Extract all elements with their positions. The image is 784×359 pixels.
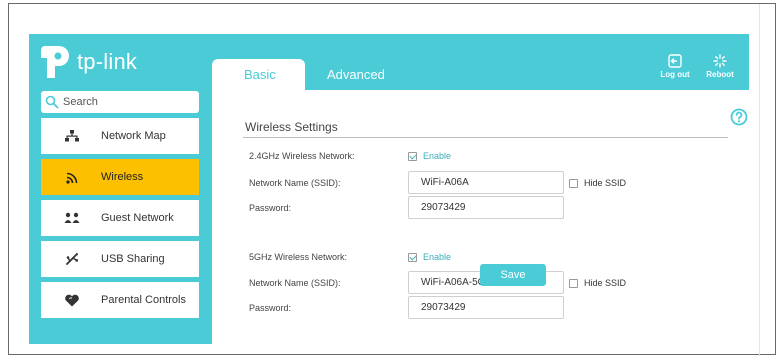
sidebar-item-usb-sharing[interactable]: USB Sharing	[41, 241, 199, 277]
band-5-enable-checkbox[interactable]: Enable	[408, 252, 451, 262]
hide-ssid-label: Hide SSID	[584, 278, 627, 288]
hide-ssid-label: Hide SSID	[584, 178, 627, 188]
reboot-label: Reboot	[706, 70, 734, 79]
sidebar-item-guest-network[interactable]: Guest Network	[41, 200, 199, 236]
help-icon[interactable]	[730, 108, 748, 131]
search-placeholder: Search	[63, 96, 98, 108]
sidebar-item-label: Parental Controls	[101, 294, 186, 306]
reboot-button[interactable]: Reboot	[698, 54, 742, 79]
enable-label: Enable	[423, 151, 452, 161]
usb-icon	[61, 252, 83, 266]
band-24-enable-checkbox[interactable]: Enable	[408, 151, 451, 161]
band-24-label: 2.4GHz Wireless Network:	[249, 151, 355, 161]
checkbox-checked-icon	[408, 252, 417, 262]
header-bar: tp-link Basic Advanced Log out Reboot	[29, 34, 749, 90]
search-icon	[45, 95, 59, 109]
band-24-password-input[interactable]: 29073429	[408, 196, 564, 219]
tp-link-logo-icon	[41, 46, 69, 78]
logo-text: tp-link	[77, 49, 138, 74]
checkbox-checked-icon	[408, 151, 417, 161]
search-input[interactable]: Search	[41, 91, 199, 113]
save-button[interactable]: Save	[480, 264, 546, 286]
frame-divider	[759, 4, 760, 356]
logout-button[interactable]: Log out	[653, 54, 697, 79]
section-title: Wireless Settings	[245, 120, 338, 134]
content-panel: Wireless Settings 2.4GHz Wireless Networ…	[212, 90, 749, 344]
enable-label: Enable	[423, 252, 452, 262]
sidebar-item-label: Wireless	[101, 171, 144, 183]
tab-advanced[interactable]: Advanced	[327, 59, 385, 90]
band-5-password-label: Password:	[249, 303, 292, 313]
sidebar-item-label: Guest Network	[101, 212, 174, 224]
sidebar-item-label: Network Map	[101, 130, 166, 142]
sidebar-item-wireless[interactable]: Wireless	[41, 159, 199, 195]
checkbox-unchecked-icon	[569, 278, 578, 288]
band-5-label: 5GHz Wireless Network:	[249, 252, 348, 262]
heart-icon	[61, 294, 83, 307]
band-24-hide-ssid-checkbox[interactable]: Hide SSID	[569, 178, 626, 188]
sidebar-item-label: USB Sharing	[101, 253, 165, 265]
browser-frame: tp-link Basic Advanced Log out Reboot Se…	[8, 3, 776, 356]
logout-label: Log out	[660, 70, 690, 79]
band-24-ssid-input[interactable]: WiFi-A06A	[408, 171, 564, 194]
band-5-ssid-label: Network Name (SSID):	[249, 278, 341, 288]
tab-basic[interactable]: Basic	[212, 59, 305, 90]
router-admin-app: tp-link Basic Advanced Log out Reboot Se…	[29, 34, 749, 344]
network-map-icon	[61, 130, 83, 142]
band-5-hide-ssid-checkbox[interactable]: Hide SSID	[569, 278, 626, 288]
reboot-icon	[713, 54, 727, 68]
wifi-icon	[61, 171, 83, 184]
sidebar-item-parental-controls[interactable]: Parental Controls	[41, 282, 199, 318]
band-24-password-label: Password:	[249, 203, 292, 213]
section-divider	[243, 137, 728, 138]
band-24-ssid-label: Network Name (SSID):	[249, 178, 341, 188]
tp-link-logo: tp-link	[39, 44, 137, 80]
logout-icon	[668, 54, 682, 68]
sidebar-item-network-map[interactable]: Network Map	[41, 118, 199, 154]
band-5-password-input[interactable]: 29073429	[408, 296, 564, 319]
guest-network-icon	[61, 212, 83, 224]
checkbox-unchecked-icon	[569, 178, 578, 188]
